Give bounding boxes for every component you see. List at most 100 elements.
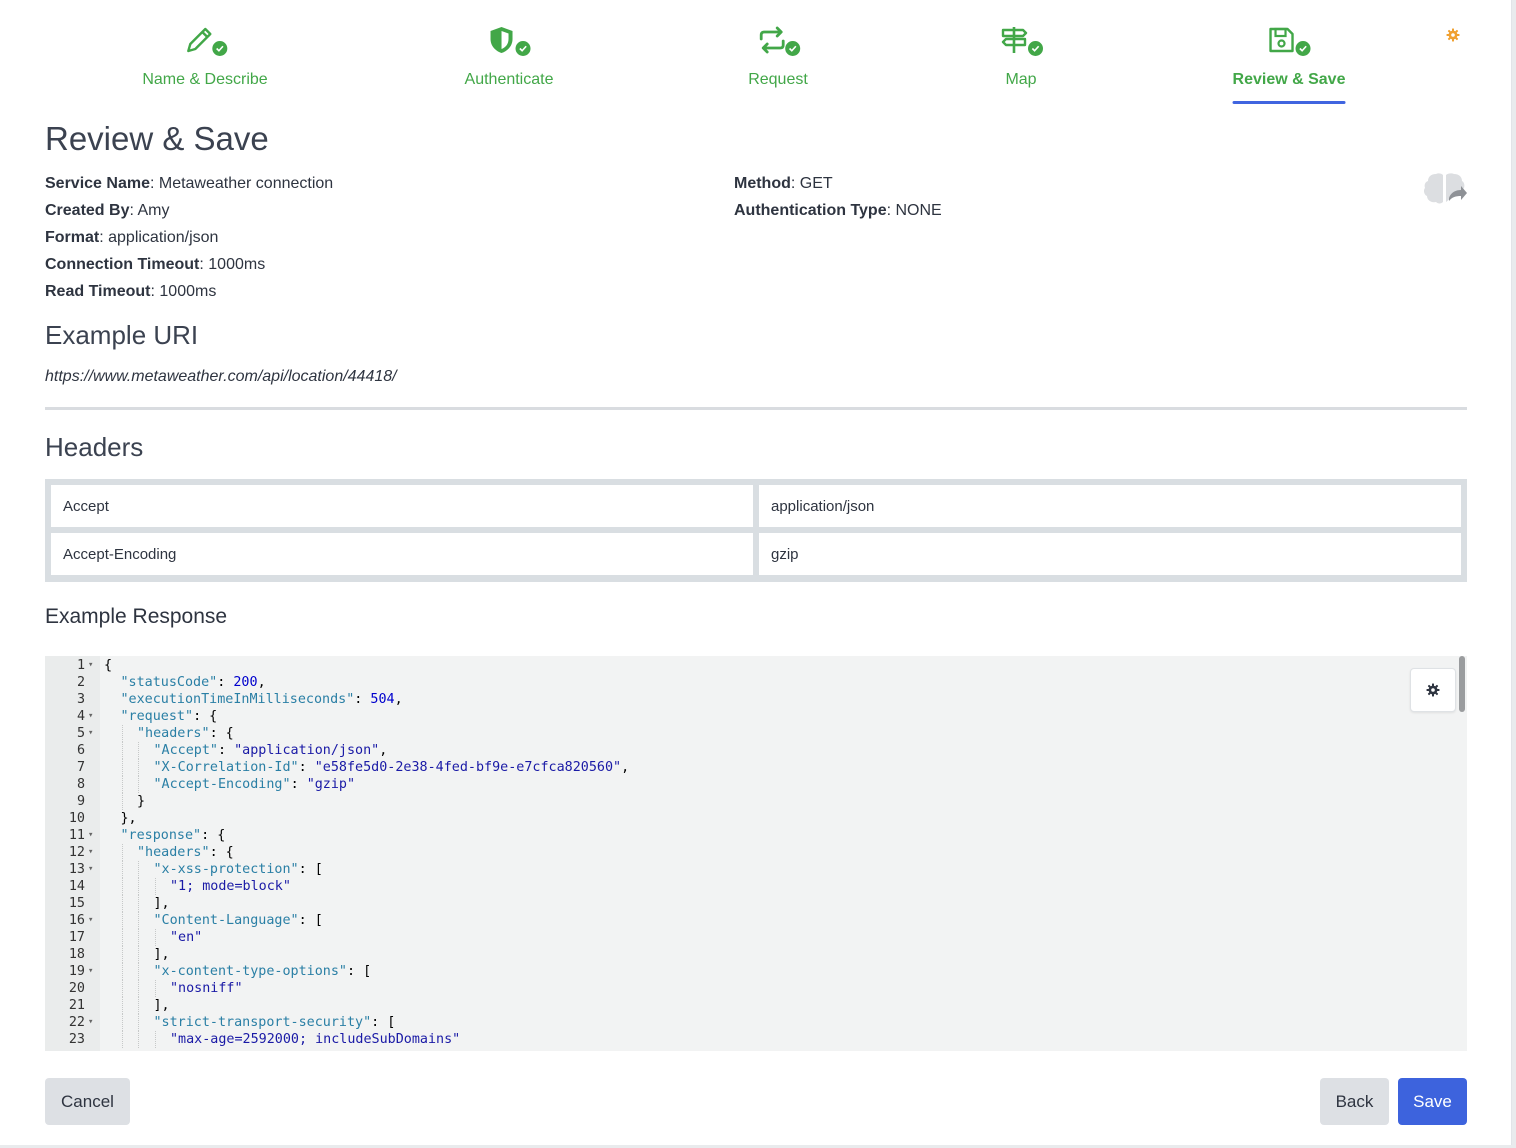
step-review-save[interactable]: Review & Save: [1232, 22, 1346, 104]
indent-guide: [121, 895, 123, 912]
code-token: "Accept-Encoding": [153, 777, 291, 792]
indent-guide: [138, 742, 139, 759]
line-number: 15: [68, 896, 85, 911]
fold-toggle-icon[interactable]: ▾: [88, 827, 93, 844]
indent-guide: [138, 895, 139, 912]
summary-left: Service Name: Metaweather connection Cre…: [45, 170, 333, 305]
code-token: 200: [233, 675, 258, 690]
code-token: },: [120, 811, 137, 826]
fold-toggle-icon[interactable]: ▾: [88, 725, 93, 742]
read-timeout-label: Read Timeout: [45, 283, 151, 300]
service-name-row: Service Name: Metaweather connection: [45, 175, 334, 192]
check-icon: [212, 41, 227, 56]
repeat-icon: [759, 26, 785, 54]
indent-guide: [138, 946, 139, 963]
read-timeout-value: 1000ms: [159, 283, 217, 300]
fold-toggle-icon[interactable]: ▾: [88, 861, 93, 878]
code-text: ],: [154, 997, 170, 1014]
step-label: Map: [1005, 71, 1037, 88]
code-text: "max-age=2592000; includeSubDomains": [170, 1031, 460, 1048]
code-token: "x-xss-protection": [153, 862, 299, 877]
wizard-stepper: Name & Describe Authenticate Request Map: [0, 0, 1512, 110]
code-token: "Content-Language": [153, 913, 299, 928]
code-token: :: [290, 777, 307, 792]
connection-timeout-label: Connection Timeout: [45, 256, 200, 273]
line-number: 21: [68, 998, 85, 1013]
step-map[interactable]: Map: [999, 22, 1043, 89]
indent-guide: [138, 759, 139, 776]
code-token: "headers": [137, 726, 210, 741]
code-line: 20 "nosniff": [45, 980, 1405, 997]
cancel-button[interactable]: Cancel: [45, 1078, 130, 1125]
indent-guide: [138, 1031, 139, 1048]
code-line: 14 "1; mode=block": [45, 878, 1405, 895]
line-number: 11: [68, 828, 85, 843]
line-number: 16: [68, 913, 85, 928]
code-line: 18],: [45, 946, 1405, 963]
code-line: 6 "Accept": "application/json",: [45, 742, 1405, 759]
code-token: "Accept": [153, 743, 219, 758]
gear-icon[interactable]: [1446, 28, 1460, 42]
code-line: 23 "max-age=2592000; includeSubDomains": [45, 1031, 1405, 1048]
line-number: 4: [76, 709, 85, 724]
code-token: 504: [370, 692, 395, 707]
indent-guide: [121, 844, 123, 861]
indent-guide: [138, 980, 139, 997]
back-button[interactable]: Back: [1320, 1078, 1389, 1125]
code-token: "X-Correlation-Id": [153, 760, 299, 775]
code-text: "headers": {: [137, 844, 234, 861]
line-number: 17: [68, 930, 85, 945]
line-number: 13: [68, 862, 85, 877]
auth-type-value: NONE: [895, 202, 942, 219]
code-text: {: [104, 657, 112, 674]
code-text: }: [137, 793, 145, 810]
step-request[interactable]: Request: [748, 22, 808, 89]
code-token: "e58fe5d0-2e38-4fed-bf9e-e7cfca820560": [314, 760, 622, 775]
code-text: ],: [154, 946, 170, 963]
method-row: Method: GET: [734, 175, 833, 192]
code-token: "nosniff": [170, 981, 243, 996]
code-token: ,: [257, 675, 266, 690]
code-editor[interactable]: 1 ▾{2 "statusCode": 200, 3 "executionTimeInM…: [45, 656, 1467, 1051]
line-number: 14: [68, 879, 85, 894]
fold-toggle-icon[interactable]: ▾: [88, 844, 93, 861]
step-label: Request: [748, 71, 808, 88]
indent-guide: [121, 980, 123, 997]
step-name-describe[interactable]: Name & Describe: [142, 22, 268, 89]
step-authenticate[interactable]: Authenticate: [465, 22, 553, 89]
fold-toggle-icon[interactable]: ▾: [88, 708, 93, 725]
editor-scrollbar[interactable]: [1459, 656, 1465, 712]
indent-guide: [138, 929, 139, 946]
brain-share-icon[interactable]: [1422, 170, 1468, 208]
indent-guide: [121, 929, 123, 946]
code-token: :: [218, 743, 235, 758]
header-name-cell: Accept-Encoding: [51, 533, 753, 575]
divider: [45, 407, 1467, 410]
indent-guide: [121, 725, 123, 742]
fold-toggle-icon[interactable]: ▾: [88, 1014, 93, 1031]
editor-settings-button[interactable]: [1410, 668, 1456, 712]
code-token: }: [137, 794, 146, 809]
header-value-cell: application/json: [759, 485, 1461, 527]
line-number: 8: [76, 777, 85, 792]
auth-type-row: Authentication Type: NONE: [734, 202, 942, 219]
example-uri-heading: Example URI: [45, 320, 199, 350]
indent-guide: [121, 946, 123, 963]
gear-icon: [1426, 683, 1440, 697]
line-number: 1: [76, 658, 85, 673]
active-step-underline: [1232, 101, 1346, 104]
code-text: "statusCode": 200,: [121, 674, 266, 691]
code-line: 10},: [45, 810, 1405, 827]
code-token: "application/json": [234, 743, 380, 758]
line-number: 6: [76, 743, 85, 758]
fold-toggle-icon[interactable]: ▾: [88, 912, 93, 929]
fold-toggle-icon[interactable]: ▾: [88, 963, 93, 980]
fold-toggle-icon[interactable]: ▾: [88, 657, 93, 674]
created-by-label: Created By: [45, 202, 130, 219]
save-button[interactable]: Save: [1398, 1078, 1467, 1125]
floppy-icon: [1269, 27, 1295, 53]
code-token: "executionTimeInMilliseconds": [120, 692, 355, 707]
code-text: ],: [154, 895, 170, 912]
check-icon: [1295, 41, 1311, 56]
code-line: 21],: [45, 997, 1405, 1014]
